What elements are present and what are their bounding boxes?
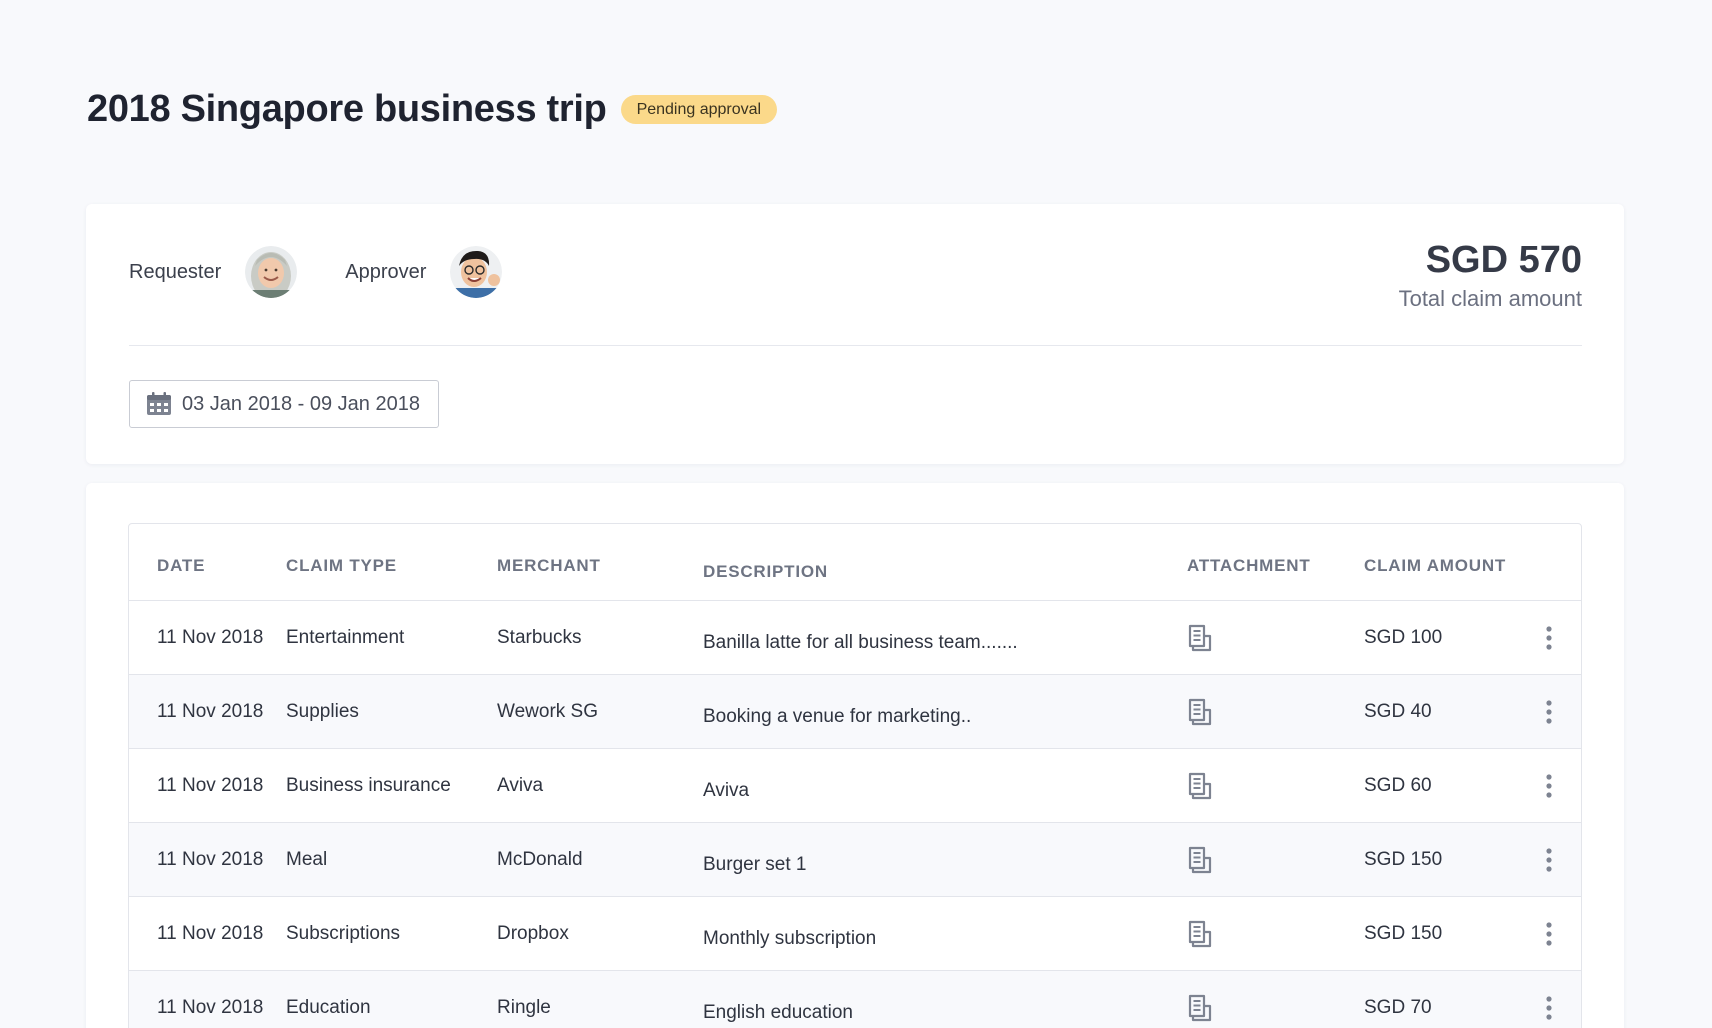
row-claim-type: Subscriptions bbox=[286, 923, 401, 944]
people-row: Requester Approver bbox=[129, 246, 503, 298]
claims-table-card: DATE CLAIM TYPE MERCHANT DESCRIPTION ATT… bbox=[86, 483, 1624, 1028]
column-header-claim-type[interactable]: CLAIM TYPE bbox=[286, 556, 397, 576]
row-description: Monthly subscription bbox=[703, 928, 877, 949]
column-header-merchant[interactable]: MERCHANT bbox=[497, 556, 601, 576]
column-header-date[interactable]: DATE bbox=[157, 556, 205, 576]
requester-avatar[interactable] bbox=[245, 246, 298, 298]
row-merchant: Aviva bbox=[497, 775, 544, 796]
page: 2018 Singapore business trip Pending app… bbox=[0, 0, 1712, 1028]
row-date: 11 Nov 2018 bbox=[157, 701, 264, 722]
row-claim-amount: SGD 150 bbox=[1364, 923, 1443, 944]
row-claim-amount: SGD 40 bbox=[1364, 701, 1432, 722]
table-body: 11 Nov 2018 Entertainment Starbucks Bani… bbox=[129, 601, 1581, 1028]
more-options-icon[interactable] bbox=[1545, 773, 1553, 799]
row-merchant: Dropbox bbox=[497, 923, 569, 944]
attachment-icon[interactable] bbox=[1187, 624, 1213, 652]
attachment-icon[interactable] bbox=[1187, 994, 1213, 1022]
row-claim-type: Education bbox=[286, 997, 371, 1018]
row-date: 11 Nov 2018 bbox=[157, 849, 264, 870]
row-claim-amount: SGD 100 bbox=[1364, 627, 1443, 648]
attachment-icon[interactable] bbox=[1187, 698, 1213, 726]
row-claim-type: Entertainment bbox=[286, 627, 405, 648]
attachment-icon[interactable] bbox=[1187, 920, 1213, 948]
row-date: 11 Nov 2018 bbox=[157, 997, 264, 1018]
row-date: 11 Nov 2018 bbox=[157, 923, 264, 944]
column-header-description[interactable]: DESCRIPTION bbox=[703, 562, 828, 582]
date-range-text: 03 Jan 2018 - 09 Jan 2018 bbox=[182, 392, 420, 415]
table-row[interactable]: 11 Nov 2018 Subscriptions Dropbox Monthl… bbox=[129, 897, 1581, 971]
row-description: Banilla latte for all business team.....… bbox=[703, 632, 1018, 653]
row-claim-amount: SGD 70 bbox=[1364, 997, 1432, 1018]
summary-card: Requester Approver SGD 570 Total claim a… bbox=[86, 204, 1624, 464]
row-merchant: McDonald bbox=[497, 849, 583, 870]
approver-avatar[interactable] bbox=[450, 246, 503, 298]
row-merchant: Wework SG bbox=[497, 701, 599, 722]
table-row[interactable]: 11 Nov 2018 Supplies Wework SG Booking a… bbox=[129, 675, 1581, 749]
row-claim-type: Business insurance bbox=[286, 775, 451, 796]
page-title: 2018 Singapore business trip bbox=[87, 88, 607, 130]
more-options-icon[interactable] bbox=[1545, 625, 1553, 651]
more-options-icon[interactable] bbox=[1545, 699, 1553, 725]
row-merchant: Ringle bbox=[497, 997, 551, 1018]
divider bbox=[129, 345, 1582, 346]
row-claim-type: Meal bbox=[286, 849, 328, 870]
row-claim-type: Supplies bbox=[286, 701, 359, 722]
date-range-picker[interactable]: 03 Jan 2018 - 09 Jan 2018 bbox=[129, 380, 439, 428]
attachment-icon[interactable] bbox=[1187, 846, 1213, 874]
table-row[interactable]: 11 Nov 2018 Education Ringle English edu… bbox=[129, 971, 1581, 1028]
row-description: Aviva bbox=[703, 780, 750, 801]
more-options-icon[interactable] bbox=[1545, 921, 1553, 947]
row-claim-amount: SGD 60 bbox=[1364, 775, 1432, 796]
approver-label: Approver bbox=[345, 260, 427, 283]
total-amount: SGD 570 bbox=[1425, 239, 1582, 281]
requester-label: Requester bbox=[129, 260, 222, 283]
total-claim: SGD 570 Total claim amount bbox=[1399, 238, 1582, 312]
attachment-icon[interactable] bbox=[1187, 772, 1213, 800]
table-row[interactable]: 11 Nov 2018 Business insurance Aviva Avi… bbox=[129, 749, 1581, 823]
claims-table: DATE CLAIM TYPE MERCHANT DESCRIPTION ATT… bbox=[128, 523, 1582, 1028]
row-date: 11 Nov 2018 bbox=[157, 775, 264, 796]
total-label: Total claim amount bbox=[1398, 286, 1582, 311]
more-options-icon[interactable] bbox=[1545, 847, 1553, 873]
row-claim-amount: SGD 150 bbox=[1364, 849, 1443, 870]
row-description: Burger set 1 bbox=[703, 854, 807, 875]
row-merchant: Starbucks bbox=[497, 627, 582, 648]
more-options-icon[interactable] bbox=[1545, 995, 1553, 1021]
table-row[interactable]: 11 Nov 2018 Meal McDonald Burger set 1 S… bbox=[129, 823, 1581, 897]
row-date: 11 Nov 2018 bbox=[157, 627, 264, 648]
column-header-attachment[interactable]: ATTACHMENT bbox=[1187, 556, 1311, 576]
column-header-claim-amount[interactable]: CLAIM AMOUNT bbox=[1364, 556, 1506, 576]
table-header: DATE CLAIM TYPE MERCHANT DESCRIPTION ATT… bbox=[129, 524, 1581, 601]
calendar-icon bbox=[147, 392, 171, 415]
table-row[interactable]: 11 Nov 2018 Entertainment Starbucks Bani… bbox=[129, 601, 1581, 675]
row-description: English education bbox=[703, 1002, 853, 1023]
row-description: Booking a venue for marketing.. bbox=[703, 706, 972, 727]
title-row: 2018 Singapore business trip Pending app… bbox=[87, 88, 778, 131]
status-badge: Pending approval bbox=[620, 95, 778, 124]
